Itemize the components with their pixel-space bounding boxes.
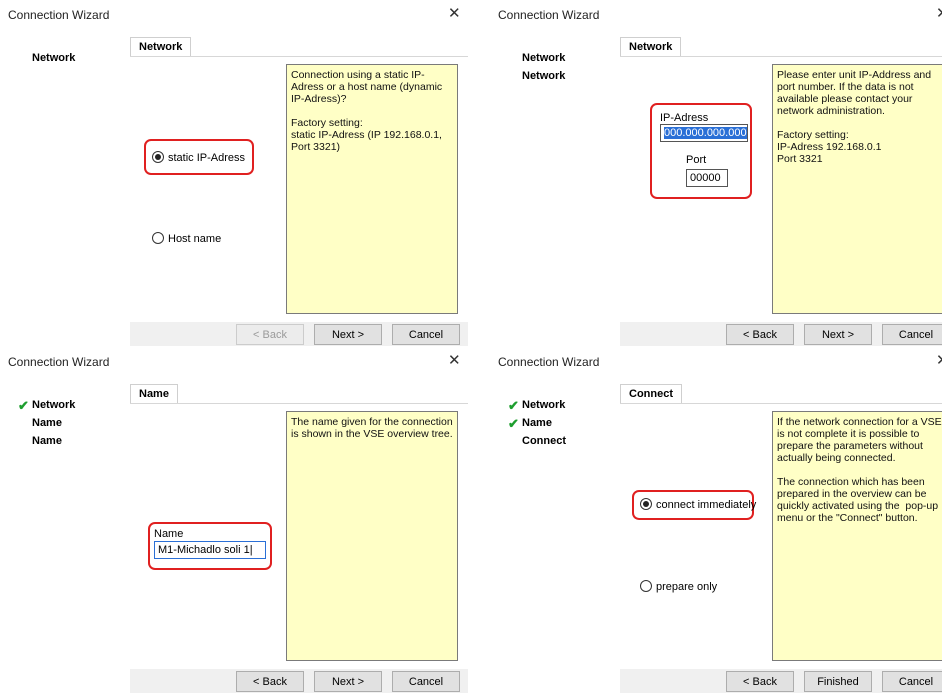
radio-unchecked-icon bbox=[152, 232, 164, 244]
back-button[interactable]: < Back bbox=[236, 671, 304, 692]
window-title: Connection Wizard bbox=[498, 8, 600, 22]
info-box: The name given for the connection is sho… bbox=[286, 411, 458, 661]
sidebar-item-name: ✔ Name bbox=[508, 416, 552, 431]
next-button[interactable]: Next > bbox=[804, 324, 872, 345]
cancel-button[interactable]: Cancel bbox=[882, 324, 942, 345]
radio-connect-immediately[interactable]: connect immediately bbox=[640, 498, 756, 511]
button-bar: < Back Next > Cancel bbox=[620, 322, 942, 346]
radio-static-ip[interactable]: static IP-Adress bbox=[152, 151, 245, 164]
close-icon[interactable]: ✕ bbox=[448, 351, 461, 369]
close-icon[interactable]: ✕ bbox=[936, 4, 942, 22]
tab-connect[interactable]: Connect bbox=[620, 384, 682, 403]
wizard-network-type: Connection Wizard ✕ Network Network stat… bbox=[0, 0, 471, 346]
info-box: Connection using a static IP-Adress or a… bbox=[286, 64, 458, 314]
window-title: Connection Wizard bbox=[498, 355, 600, 369]
back-button[interactable]: < Back bbox=[726, 324, 794, 345]
back-button[interactable]: < Back bbox=[726, 671, 794, 692]
close-icon[interactable]: ✕ bbox=[448, 4, 461, 22]
info-box: If the network connection for a VSE is n… bbox=[772, 411, 942, 661]
radio-checked-icon bbox=[152, 151, 164, 163]
radio-unchecked-icon bbox=[640, 580, 652, 592]
wizard-content: IP-Adress 000.000.000.000 Port 00000 Ple… bbox=[620, 56, 942, 323]
sidebar-item-network: ✔ Network bbox=[18, 398, 76, 413]
wizard-content: connect immediately prepare only If the … bbox=[620, 403, 942, 670]
sidebar-item-network: ✔ Network bbox=[508, 398, 566, 413]
sidebar-item-name: Name bbox=[32, 435, 62, 447]
next-button[interactable]: Next > bbox=[314, 324, 382, 345]
tab-network[interactable]: Network bbox=[620, 37, 682, 56]
checkmark-icon: ✔ bbox=[508, 398, 519, 413]
button-bar: < Back Finished Cancel bbox=[620, 669, 942, 693]
cancel-button[interactable]: Cancel bbox=[882, 671, 942, 692]
wizard-name: Connection Wizard ✕ ✔ Network Name Name N… bbox=[0, 347, 471, 693]
checkmark-icon: ✔ bbox=[18, 398, 29, 413]
tab-network[interactable]: Network bbox=[130, 37, 192, 56]
wizard-network-address: Connection Wizard ✕ Network Network Netw… bbox=[490, 0, 942, 346]
ip-address-input[interactable]: 000.000.000.000 bbox=[660, 124, 748, 142]
sidebar-item-network: Network bbox=[32, 52, 76, 64]
sidebar: ✔ Network Name Name bbox=[8, 379, 126, 687]
checkmark-icon: ✔ bbox=[508, 416, 519, 431]
close-icon[interactable]: ✕ bbox=[936, 351, 942, 369]
window-title: Connection Wizard bbox=[8, 355, 110, 369]
tab-name[interactable]: Name bbox=[130, 384, 178, 403]
sidebar: ✔ Network ✔ Name Connect bbox=[498, 379, 616, 687]
button-bar: < Back Next > Cancel bbox=[130, 669, 468, 693]
wizard-content: static IP-Adress Host name Connection us… bbox=[130, 56, 468, 323]
wizard-connect: Connection Wizard ✕ ✔Network ✔Name Conne… bbox=[490, 347, 942, 693]
cancel-button[interactable]: Cancel bbox=[392, 324, 460, 345]
port-label: Port bbox=[686, 154, 707, 166]
radio-host-name[interactable]: Host name bbox=[152, 232, 221, 245]
sidebar-item-network: Network bbox=[522, 70, 566, 82]
wizard-content: Name M1-Michadlo soli 1| The name given … bbox=[130, 403, 468, 670]
button-bar: < Back Next > Cancel bbox=[130, 322, 468, 346]
info-box: Please enter unit IP-Address and port nu… bbox=[772, 64, 942, 314]
sidebar: Network Network bbox=[498, 32, 616, 340]
sidebar-item-connect: Connect bbox=[522, 435, 566, 447]
name-label: Name bbox=[154, 528, 184, 540]
finished-button[interactable]: Finished bbox=[804, 671, 872, 692]
ip-address-label: IP-Adress bbox=[660, 112, 709, 124]
sidebar-item-name: Name bbox=[32, 417, 62, 429]
port-input[interactable]: 00000 bbox=[686, 169, 728, 187]
cancel-button[interactable]: Cancel bbox=[392, 671, 460, 692]
sidebar-item-network: Network bbox=[522, 52, 566, 64]
window-title: Connection Wizard bbox=[8, 8, 110, 22]
back-button[interactable]: < Back bbox=[236, 324, 304, 345]
radio-prepare-only[interactable]: prepare only bbox=[640, 580, 717, 593]
next-button[interactable]: Next > bbox=[314, 671, 382, 692]
name-input[interactable]: M1-Michadlo soli 1| bbox=[154, 541, 266, 559]
radio-checked-icon bbox=[640, 498, 652, 510]
sidebar: Network bbox=[8, 32, 126, 340]
